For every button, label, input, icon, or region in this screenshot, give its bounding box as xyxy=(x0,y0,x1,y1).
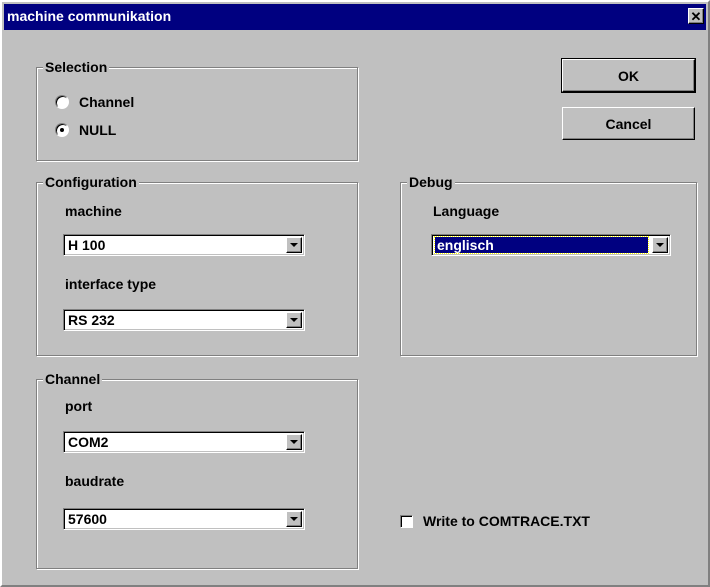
ok-button[interactable]: OK xyxy=(561,58,696,93)
machine-select[interactable]: H 100 xyxy=(63,234,305,256)
window-title: machine communikation xyxy=(7,8,172,24)
baudrate-label: baudrate xyxy=(65,473,125,489)
baudrate-value: 57600 xyxy=(68,511,107,527)
chevron-down-icon[interactable] xyxy=(286,434,302,450)
radio-channel-indicator[interactable] xyxy=(55,95,69,109)
radio-null-indicator[interactable] xyxy=(55,123,69,137)
port-select[interactable]: COM2 xyxy=(63,431,305,453)
language-select[interactable]: englisch xyxy=(431,234,671,256)
ok-button-label: OK xyxy=(618,67,639,84)
machine-label: machine xyxy=(65,203,122,219)
chevron-down-icon[interactable] xyxy=(286,312,302,328)
close-button[interactable]: ✕ xyxy=(688,8,704,24)
chevron-down-icon[interactable] xyxy=(286,237,302,253)
interface-type-value: RS 232 xyxy=(68,312,115,328)
close-icon: ✕ xyxy=(690,8,702,24)
interface-type-select[interactable]: RS 232 xyxy=(63,309,305,331)
configuration-group: Configuration machine H 100 interface ty… xyxy=(36,174,358,356)
language-value: englisch xyxy=(434,236,649,254)
machine-value: H 100 xyxy=(68,237,106,253)
comtrace-checkbox-label[interactable]: Write to COMTRACE.TXT xyxy=(423,513,590,529)
debug-group: Debug Language englisch xyxy=(400,174,697,356)
chevron-down-icon[interactable] xyxy=(286,511,302,527)
cancel-button-label: Cancel xyxy=(605,115,652,132)
comtrace-checkbox[interactable] xyxy=(400,514,413,528)
radio-channel[interactable]: Channel xyxy=(55,94,134,110)
title-bar[interactable]: machine communikation ✕ xyxy=(4,4,706,30)
baudrate-select[interactable]: 57600 xyxy=(63,508,305,530)
port-value: COM2 xyxy=(68,434,109,450)
interface-type-label: interface type xyxy=(65,276,157,292)
comtrace-checkbox-row[interactable]: Write to COMTRACE.TXT xyxy=(400,513,590,529)
cancel-button[interactable]: Cancel xyxy=(562,107,695,140)
channel-group: Channel port COM2 baudrate 57600 xyxy=(36,371,358,569)
language-label: Language xyxy=(433,203,500,219)
selection-legend: Selection xyxy=(43,59,110,75)
dialog-window: machine communikation ✕ Selection Channe… xyxy=(0,0,710,587)
radio-null[interactable]: NULL xyxy=(55,122,116,138)
port-label: port xyxy=(65,398,93,414)
selection-group: Selection Channel NULL xyxy=(36,59,358,161)
channel-legend: Channel xyxy=(43,371,103,387)
debug-legend: Debug xyxy=(407,174,455,190)
chevron-down-icon[interactable] xyxy=(652,237,668,253)
radio-channel-label[interactable]: Channel xyxy=(79,94,134,110)
configuration-legend: Configuration xyxy=(43,174,139,190)
radio-null-label[interactable]: NULL xyxy=(79,122,116,138)
